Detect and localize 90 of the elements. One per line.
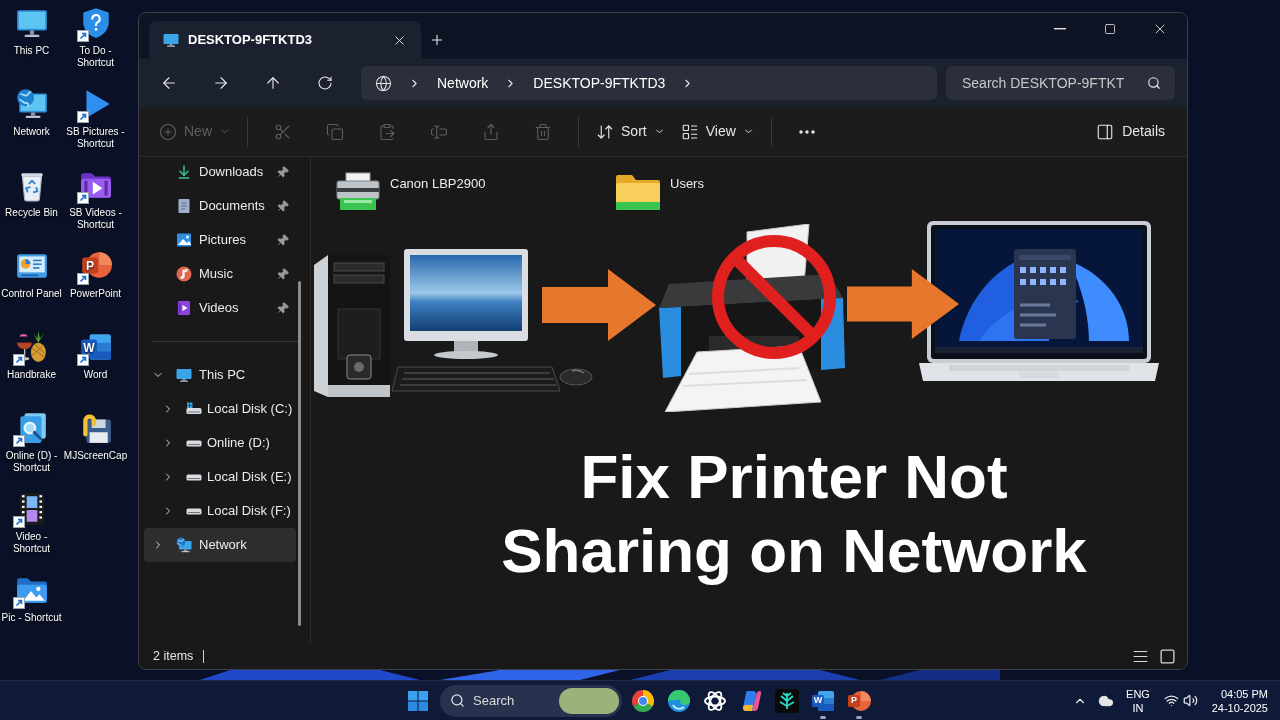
address-bar[interactable]: Network DESKTOP-9FTKTD3: [361, 66, 937, 100]
language-button[interactable]: ENG IN: [1120, 683, 1156, 718]
round-browser-icon: [631, 688, 655, 713]
details-button[interactable]: Details: [1088, 113, 1173, 150]
breadcrumb[interactable]: DESKTOP-9FTKTD3: [533, 72, 666, 94]
monitor-icon: [176, 367, 192, 383]
sidebar-item[interactable]: Music: [144, 257, 296, 291]
desktop-shortcut[interactable]: This PC: [0, 0, 63, 81]
system-drive-icon: [186, 401, 202, 417]
desktop-shortcut[interactable]: To Do - Shortcut: [63, 0, 128, 81]
sort-arrows-icon: [596, 122, 614, 141]
desktop-shortcut[interactable]: SB Pictures - Shortcut: [63, 81, 128, 162]
plus-icon: [429, 32, 445, 48]
logo-letter: W: [812, 694, 824, 707]
item-count: 2 items: [153, 648, 194, 666]
wave-browser-icon: [667, 688, 691, 713]
globe-monitor-icon: [176, 537, 192, 553]
speaker-icon: [1183, 693, 1198, 708]
tree-item[interactable]: Network: [144, 528, 296, 562]
video-icon: [176, 300, 192, 316]
file-item[interactable]: Canon LBP2900: [334, 171, 614, 213]
maximize-icon: [1104, 23, 1116, 35]
scissors-icon: [274, 122, 292, 141]
download-icon: [176, 164, 192, 180]
globe-icon: [375, 74, 392, 92]
file-item[interactable]: Users: [614, 171, 894, 213]
document-icon: [176, 198, 192, 214]
copy-icon: [326, 122, 344, 141]
prohibited-icon: [711, 234, 837, 360]
list-icon: [1131, 648, 1149, 665]
desktop-shortcut[interactable]: Handbrake: [0, 324, 63, 405]
headline: Fix Printer Not Sharing on Network: [500, 441, 1088, 587]
search-field[interactable]: Search DESKTOP-9FTKT: [946, 66, 1175, 100]
desktop-shortcut[interactable]: Video - Shortcut: [0, 486, 63, 567]
tree-item[interactable]: Online (D:): [144, 426, 296, 460]
taskbar-search-field[interactable]: Search: [440, 684, 622, 717]
knot-logo-icon: [703, 688, 727, 713]
presentation-app-icon: [847, 688, 871, 713]
thumbnail-icon: [1158, 648, 1176, 665]
share-icon: [482, 122, 500, 141]
wifi-icon: [1164, 693, 1179, 708]
desktop-shortcut[interactable]: Pic - Shortcut: [0, 567, 63, 648]
more-dots-icon: [798, 129, 815, 134]
clock-button[interactable]: 04:05 PM 24-10-2025: [1206, 683, 1268, 718]
printer-icon: [334, 171, 382, 213]
window-tiles-icon: [408, 690, 428, 711]
forward-arrow-icon: [212, 74, 230, 92]
minimize-icon: [1054, 28, 1066, 30]
tab[interactable]: DESKTOP-9FTKTD3: [149, 21, 421, 59]
details-pane-icon: [1096, 122, 1115, 141]
plus-circle-icon: [159, 122, 177, 141]
desktop-shortcut[interactable]: Control Panel: [0, 243, 63, 324]
sidebar-item[interactable]: Documents: [144, 189, 296, 223]
picture-icon: [176, 232, 192, 248]
picture-placeholder: [559, 687, 619, 714]
scrollbar-thumb[interactable]: [298, 281, 301, 626]
taskbar-app-button[interactable]: W: [805, 681, 841, 720]
view-button[interactable]: View: [672, 113, 762, 150]
taskbar-app-button[interactable]: P: [841, 681, 877, 720]
rename-icon: [430, 122, 448, 141]
desktop-shortcut[interactable]: SB Videos - Shortcut: [63, 162, 128, 243]
view-list-icon: [680, 122, 699, 141]
desktop-shortcut[interactable]: W Word: [63, 324, 128, 405]
sidebar-item[interactable]: Videos: [144, 291, 296, 325]
sidebar-item[interactable]: Downloads: [144, 155, 296, 189]
breadcrumb[interactable]: Network: [437, 72, 489, 94]
document-app-icon: [811, 688, 835, 713]
desktop-shortcut[interactable]: MJScreenCap: [63, 405, 128, 486]
clipboard-icon: [378, 122, 396, 141]
desktop-shortcut[interactable]: Online (D) - Shortcut: [0, 405, 63, 486]
refresh-icon: [317, 75, 333, 91]
tree-item[interactable]: Local Disk (E:): [144, 460, 296, 494]
logo-letter: P: [850, 694, 858, 707]
logo-letter: P: [85, 257, 95, 274]
tree-item[interactable]: Local Disk (F:): [144, 494, 296, 528]
glyph-tile-icon: [775, 688, 799, 713]
search-icon: [450, 693, 465, 708]
globe-monitor-icon: [14, 87, 49, 121]
tree-item[interactable]: This PC: [144, 358, 296, 392]
tree-item[interactable]: Local Disk (C:): [144, 392, 296, 426]
desktop-shortcut[interactable]: Recycle Bin: [0, 162, 63, 243]
sort-button[interactable]: Sort: [588, 113, 673, 150]
sidebar-item[interactable]: Pictures: [144, 223, 296, 257]
desktop-shortcut[interactable]: Network: [0, 81, 63, 162]
search-icon: [1147, 76, 1161, 90]
desktop-shortcut[interactable]: P PowerPoint: [63, 243, 128, 324]
monitor-icon: [163, 32, 179, 48]
logo-letter: W: [82, 339, 96, 356]
music-note-icon: [176, 266, 192, 282]
trash-icon: [534, 122, 552, 141]
